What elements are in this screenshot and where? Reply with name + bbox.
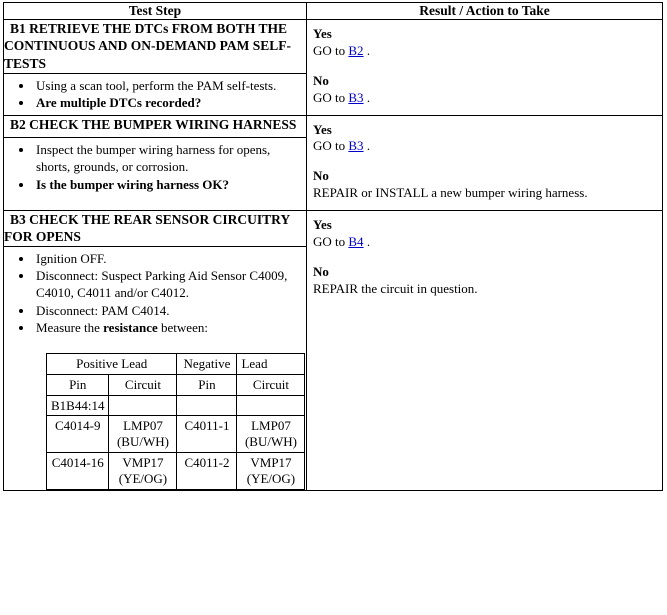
- result-yes-label-b2: Yes: [313, 121, 332, 137]
- result-spacer-b2: [313, 155, 658, 168]
- step-body-b3: Ignition OFF. Disconnect: Suspect Parkin…: [3, 245, 307, 491]
- lead-cell-pos-circuit: LMP07 (BU/WH): [108, 415, 178, 454]
- result-yes-suffix-b2: .: [363, 138, 371, 154]
- lead-table-group-header-row: Positive Lead Negative Lead: [45, 352, 306, 375]
- step-title-row-b2: B2 CHECK THE BUMPER WIRING HARNESS Yes G…: [3, 114, 663, 212]
- lead-cell-neg-pin: [176, 394, 238, 417]
- result-no-action-b3: REPAIR the circuit in question.: [313, 280, 478, 296]
- link-b3-from-b2[interactable]: B3: [348, 138, 363, 153]
- step-result-cell-b1: Yes GO to B2 . No GO to B3 .: [306, 19, 663, 116]
- result-yes-prefix-b1: GO to: [313, 42, 349, 58]
- result-spacer-b3: [313, 251, 658, 264]
- result-yes-action-b2: GO to B3 .: [313, 138, 658, 155]
- result-no-action-b2: REPAIR or INSTALL a new bumper wiring ha…: [313, 185, 588, 201]
- result-no-label-b2: No: [313, 168, 329, 184]
- step-result-cell-b2: Yes GO to B3 . No REPAIR or INSTALL a ne…: [306, 114, 663, 212]
- result-block-b1: Yes GO to B2 . No GO to B3 .: [307, 20, 662, 115]
- lead-cell-pos-pin: B1B44:14: [45, 394, 110, 417]
- emphasis-resistance: resistance: [103, 320, 158, 336]
- step-result-cell-b3: Yes GO to B4 . No REPAIR the circuit in …: [306, 210, 663, 491]
- link-b2[interactable]: B2: [348, 43, 363, 58]
- measure-text: Measure the resistance between:: [36, 320, 208, 336]
- lead-group-negative: Negative: [176, 352, 238, 375]
- lead-cell-pos-circuit: [108, 394, 178, 417]
- list-item: Using a scan tool, perform the PAM self-…: [34, 78, 306, 95]
- list-item: Are multiple DTCs recorded?: [34, 95, 306, 112]
- result-no-label-b3: No: [313, 263, 329, 279]
- list-item: Disconnect: Suspect Parking Aid Sensor C…: [34, 268, 306, 301]
- step-bullet-list-b2: Inspect the bumper wiring harness for op…: [4, 142, 306, 193]
- result-yes-label-b1: Yes: [313, 26, 332, 41]
- result-no-label-b1: No: [313, 72, 329, 88]
- step-body-b1: Using a scan tool, perform the PAM self-…: [3, 72, 307, 116]
- table-row: C4014-16 VMP17 (YE/OG) C4011-2 VMP17 (YE/O…: [45, 452, 306, 490]
- link-b4[interactable]: B4: [348, 234, 363, 249]
- column-header-test-step: Test Step: [3, 2, 307, 20]
- result-spacer-b1: [313, 60, 658, 73]
- table-row: B1B44:14: [45, 394, 306, 417]
- step-title-b1: B1 RETRIEVE THE DTCs FROM BOTH THE CONTI…: [3, 19, 307, 74]
- table-header-row: Test Step Result / Action to Take: [3, 2, 663, 20]
- lead-table-container: Positive Lead Negative Lead Pin Circuit …: [4, 339, 306, 490]
- table-row: C4014-9 LMP07 (BU/WH) C4011-1 LMP07 (BU/WH…: [45, 415, 306, 454]
- step-title-row-b3: B3 CHECK THE REAR SENSOR CIRCUITRY FOR O…: [3, 210, 663, 491]
- lead-cell-pos-pin: C4014-16: [45, 452, 110, 490]
- list-item-measure: Measure the resistance between:: [34, 320, 306, 337]
- lead-cell-pos-pin: C4014-9: [45, 415, 110, 454]
- result-block-b2: Yes GO to B3 . No REPAIR or INSTALL a ne…: [307, 116, 662, 211]
- lead-cell-neg-circuit: VMP17 (YE/OG): [236, 452, 306, 490]
- result-yes-prefix-b3: GO to: [313, 234, 349, 250]
- result-block-b3: Yes GO to B4 . No REPAIR the circuit in …: [307, 211, 662, 306]
- step-title-b2: B2 CHECK THE BUMPER WIRING HARNESS: [3, 114, 307, 139]
- lead-col-pos-pin: Pin: [45, 373, 110, 396]
- lead-col-neg-circuit: Circuit: [236, 373, 306, 396]
- result-no-prefix-b1: GO to: [313, 89, 349, 105]
- lead-group-lead: Lead: [236, 352, 306, 375]
- lead-cell-pos-circuit: VMP17 (YE/OG): [108, 452, 178, 490]
- result-yes-action-b1: GO to B2 .: [313, 43, 658, 60]
- pinpoint-test-table: Test Step Result / Action to Take B1 RET…: [3, 2, 663, 491]
- result-yes-label-b3: Yes: [313, 217, 332, 233]
- lead-col-pos-circuit: Circuit: [108, 373, 178, 396]
- list-item: Is the bumper wiring harness OK?: [34, 177, 306, 194]
- result-yes-suffix-b1: .: [363, 42, 371, 58]
- result-no-action-b1: GO to B3 .: [313, 90, 658, 107]
- step-body-b2: Inspect the bumper wiring harness for op…: [3, 137, 307, 212]
- document-page: Test Step Result / Action to Take B1 RET…: [0, 0, 667, 615]
- step-bullet-list-b3: Ignition OFF. Disconnect: Suspect Parkin…: [4, 251, 306, 337]
- result-yes-prefix-b2: GO to: [313, 138, 349, 154]
- lead-col-neg-pin: Pin: [176, 373, 238, 396]
- result-yes-suffix-b3: .: [363, 234, 371, 250]
- step-title-row-b1: B1 RETRIEVE THE DTCs FROM BOTH THE CONTI…: [3, 19, 663, 116]
- result-yes-action-b3: GO to B4 .: [313, 234, 658, 251]
- list-item: Disconnect: PAM C4014.: [34, 303, 306, 320]
- result-no-suffix-b1: .: [363, 89, 371, 105]
- lead-table-column-header-row: Pin Circuit Pin Circuit: [45, 373, 306, 396]
- lead-cell-neg-pin: C4011-2: [176, 452, 238, 490]
- lead-cell-neg-circuit: LMP07 (BU/WH): [236, 415, 306, 454]
- measurement-lead-table: Positive Lead Negative Lead Pin Circuit …: [45, 352, 306, 490]
- step-bullet-list-b1: Using a scan tool, perform the PAM self-…: [4, 78, 306, 112]
- link-b3-from-b1[interactable]: B3: [348, 90, 363, 105]
- lead-cell-neg-pin: C4011-1: [176, 415, 238, 454]
- column-header-result: Result / Action to Take: [306, 2, 663, 20]
- list-item: Ignition OFF.: [34, 251, 306, 268]
- lead-group-positive: Positive Lead: [45, 352, 178, 375]
- step-title-b3: B3 CHECK THE REAR SENSOR CIRCUITRY FOR O…: [3, 210, 307, 247]
- list-item: Inspect the bumper wiring harness for op…: [34, 142, 306, 175]
- lead-cell-neg-circuit: [236, 394, 306, 417]
